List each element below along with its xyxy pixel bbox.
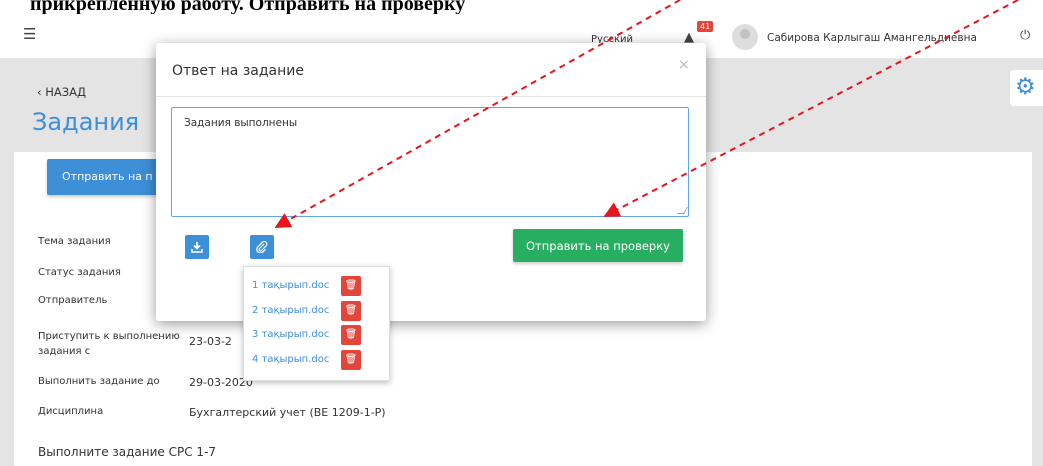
arrow-to-submit xyxy=(603,0,1019,217)
arrow-to-attach xyxy=(274,0,681,228)
annotation-arrows xyxy=(274,0,1019,228)
